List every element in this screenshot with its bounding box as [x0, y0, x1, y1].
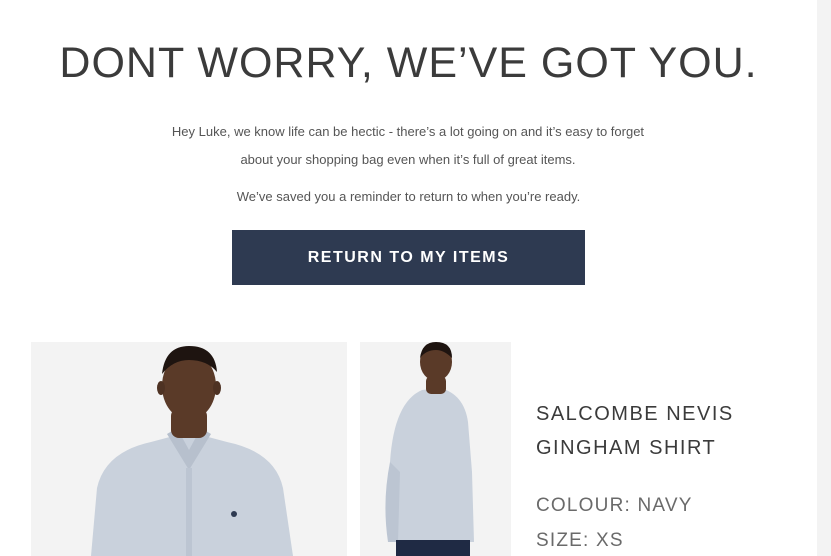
product-image-back[interactable] [360, 342, 511, 556]
product-name-line-1: SALCOMBE NEVIS [536, 403, 734, 425]
intro-line-2: about your shopping bag even when it’s f… [240, 152, 576, 167]
headline: DONT WORRY, WE’VE GOT YOU. [59, 39, 758, 87]
intro-line-1: Hey Luke, we know life can be hectic - t… [171, 124, 645, 139]
shirt-front-illustration [31, 342, 347, 556]
return-to-items-button[interactable]: RETURN TO MY ITEMS [232, 230, 585, 285]
scrollbar-gutter[interactable] [817, 0, 831, 556]
product-name-line-2: GINGHAM SHIRT [536, 437, 717, 459]
product-size: SIZE: XS [536, 528, 624, 554]
colour-value: NAVY [637, 495, 693, 516]
size-label: SIZE: [536, 530, 590, 551]
size-value: XS [596, 530, 624, 551]
shirt-back-illustration [360, 342, 511, 556]
product-colour: COLOUR: NAVY [536, 493, 693, 519]
reminder-text: We’ve saved you a reminder to return to … [236, 189, 581, 204]
product-name[interactable]: SALCOMBE NEVIS GINGHAM SHIRT [536, 397, 806, 465]
intro-text: Hey Luke, we know life can be hectic - t… [118, 118, 698, 174]
colour-label: COLOUR: [536, 495, 631, 516]
product-image-front[interactable] [31, 342, 347, 556]
